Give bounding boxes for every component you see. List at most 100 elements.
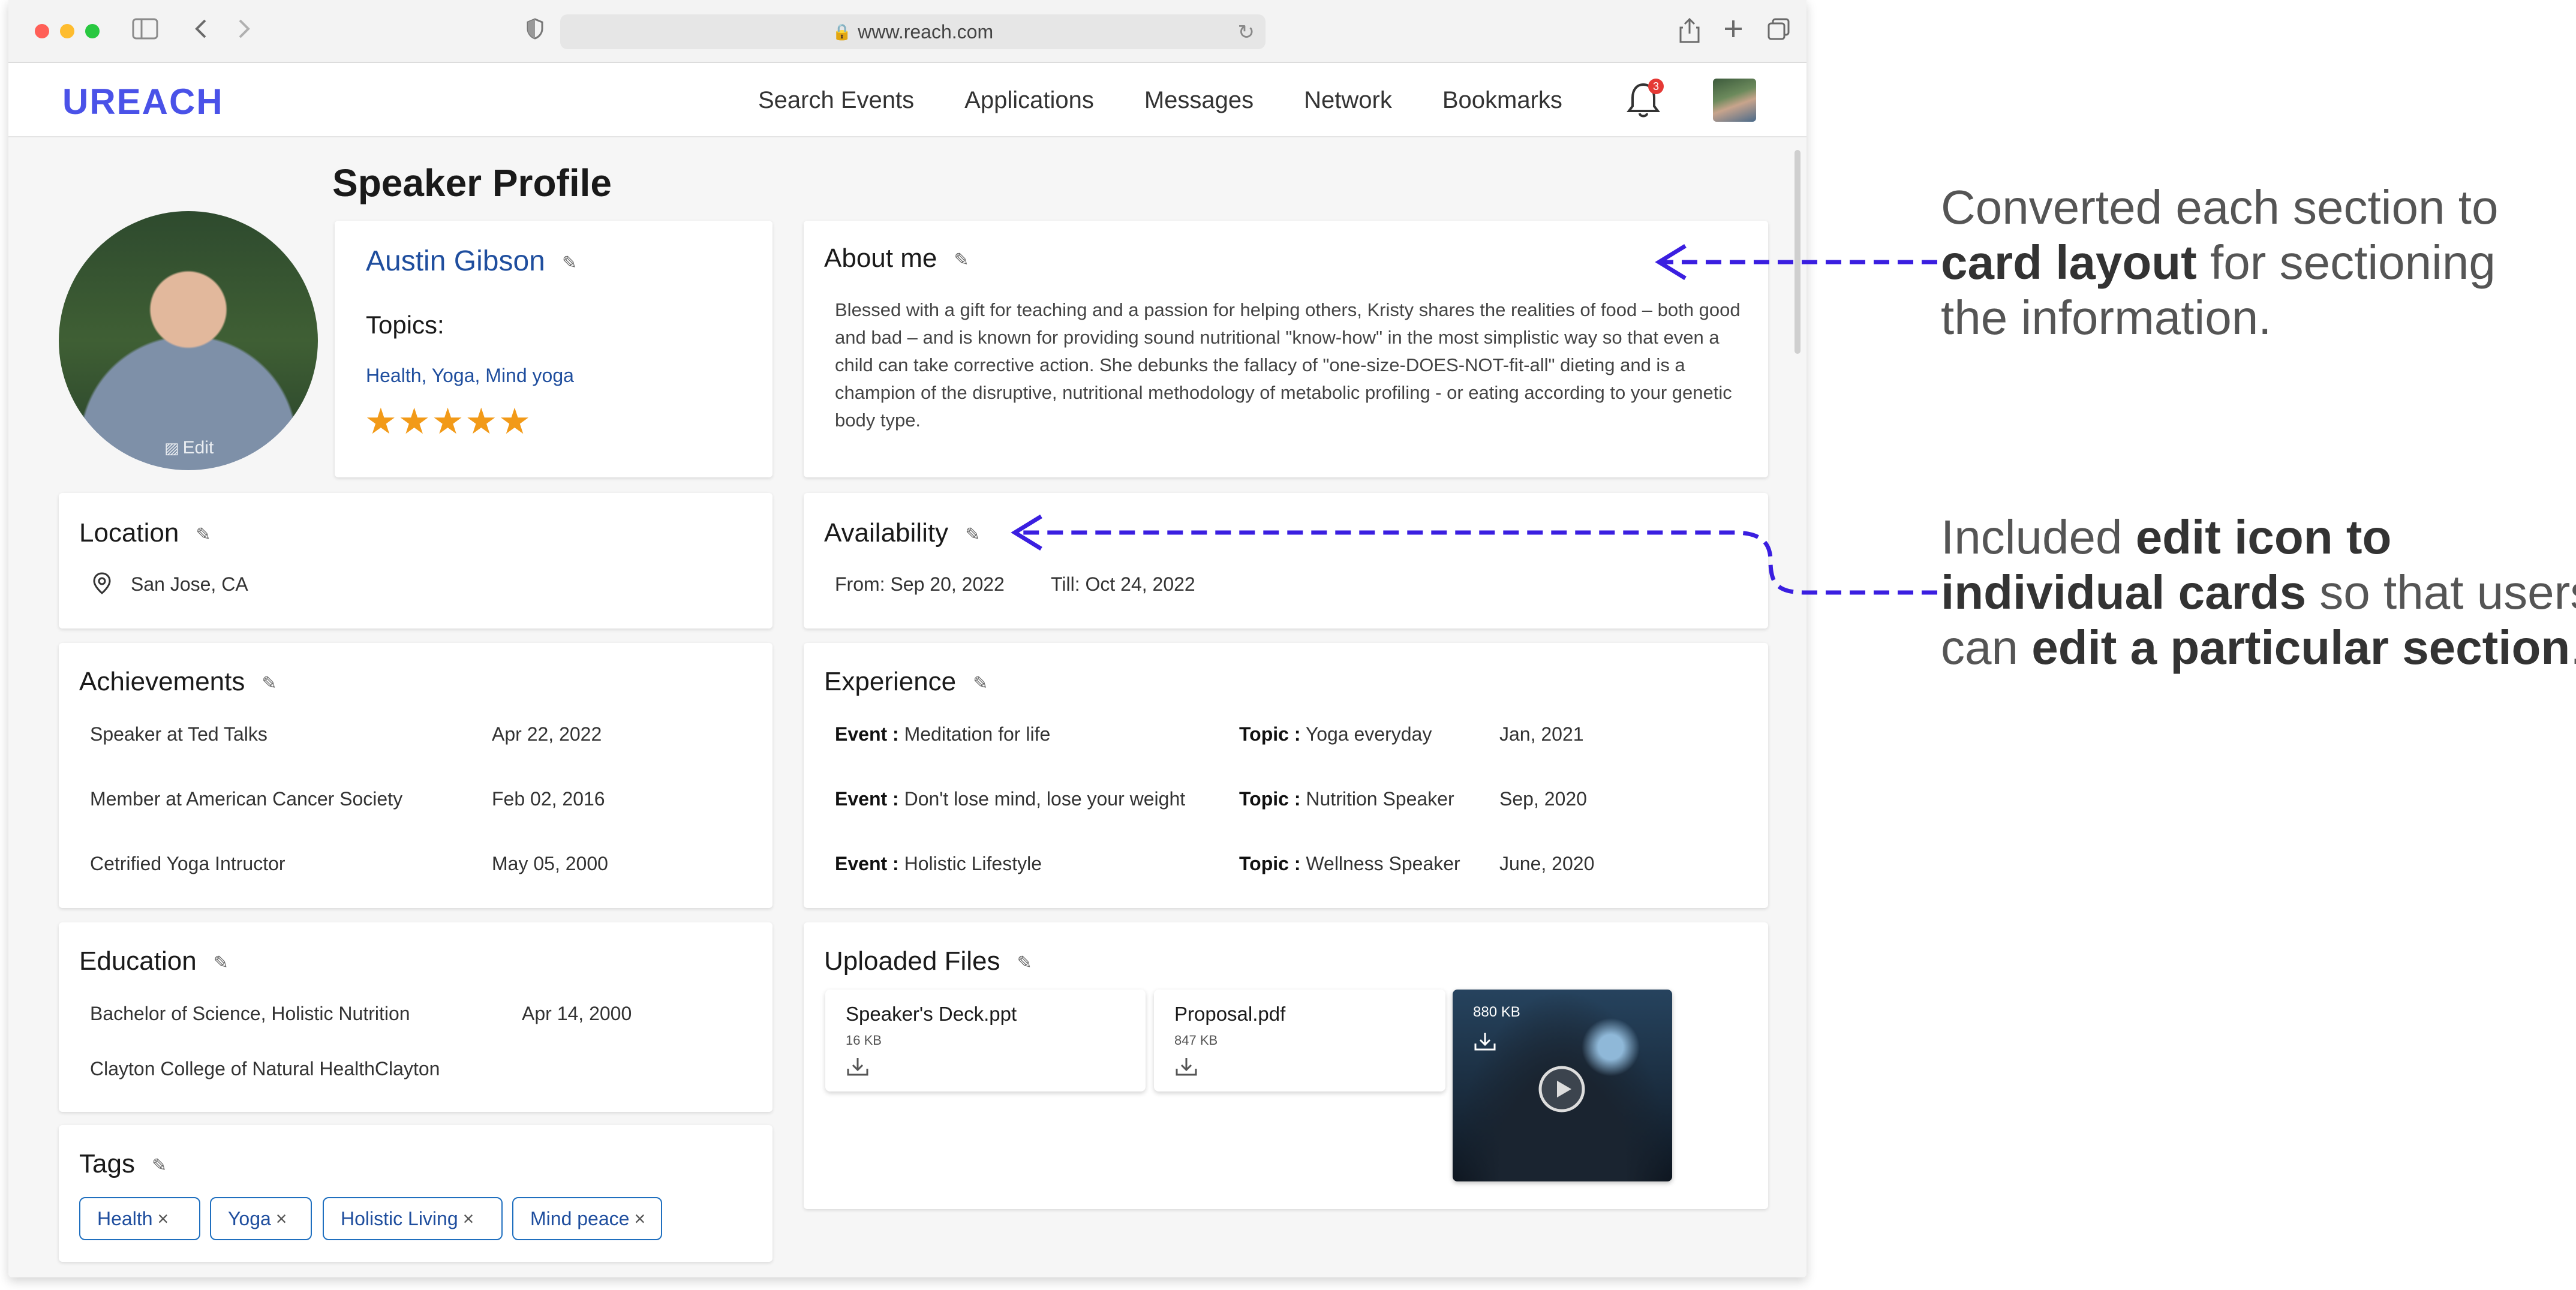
card-layout-annotation: Converted each section to card layout fo… <box>1941 180 2498 345</box>
nav-bookmarks[interactable]: Bookmarks <box>1442 87 1562 114</box>
annotation-text: Included <box>1941 510 2136 564</box>
page-title: Speaker Profile <box>332 161 612 205</box>
tab-overview-icon[interactable] <box>1767 17 1791 47</box>
nav-network[interactable]: Network <box>1304 87 1392 114</box>
experience-date: Jan, 2021 <box>1499 723 1584 745</box>
experience-topic: Topic : Nutrition Speaker <box>1239 788 1454 810</box>
photo-edit-button[interactable]: ▨ Edit <box>164 438 214 458</box>
tag-label: Yoga <box>228 1207 271 1229</box>
ureach-logo[interactable]: UREACH <box>62 81 224 122</box>
topic-value: Wellness Speaker <box>1306 853 1460 874</box>
location-card: Location ✎ San Jose, CA <box>59 493 773 629</box>
location-value: San Jose, CA <box>131 573 248 595</box>
file-size: 16 KB <box>846 1033 882 1048</box>
reload-icon[interactable]: ↻ <box>1238 20 1255 44</box>
event-value: Holistic Lifestyle <box>904 853 1042 874</box>
location-title: Location ✎ <box>79 518 211 548</box>
sidebar-toggle-icon[interactable] <box>132 17 158 47</box>
topic-value: Nutrition Speaker <box>1306 788 1454 810</box>
privacy-shield-icon[interactable] <box>525 17 545 47</box>
new-tab-icon[interactable] <box>1723 17 1744 47</box>
file-name: Speaker's Deck.ppt <box>846 1003 1017 1025</box>
achievements-card: Achievements ✎ Speaker at Ted Talks Apr 2… <box>59 643 773 908</box>
download-icon[interactable] <box>1473 1029 1497 1053</box>
nav-messages[interactable]: Messages <box>1144 87 1254 114</box>
tags-title-text: Tags <box>79 1149 135 1178</box>
education-title: Education ✎ <box>79 946 229 976</box>
browser-window: 🔒 www.reach.com ↻ UREACH Search Events A… <box>8 0 1806 1277</box>
close-window-button[interactable] <box>35 24 49 38</box>
topics-label: Topics: <box>366 311 444 339</box>
edit-name-icon[interactable]: ✎ <box>562 253 577 273</box>
availability-title-text: Availability <box>824 518 949 548</box>
url-text: www.reach.com <box>858 20 994 43</box>
tag-chip[interactable]: Health × <box>79 1197 200 1240</box>
annotation-bold: card layout <box>1941 236 2197 289</box>
share-icon[interactable] <box>1679 17 1700 50</box>
lock-icon: 🔒 <box>832 22 852 41</box>
photo-edit-label: Edit <box>182 438 214 458</box>
user-avatar[interactable] <box>1713 79 1756 122</box>
speaker-name: Austin Gibson ✎ <box>366 245 577 278</box>
file-card[interactable]: Speaker's Deck.ppt 16 KB <box>825 990 1146 1091</box>
annotation-bold: edit icon to <box>2135 510 2392 564</box>
edit-location-icon[interactable]: ✎ <box>196 525 211 545</box>
nav-search-events[interactable]: Search Events <box>758 87 914 114</box>
nav-applications[interactable]: Applications <box>964 87 1094 114</box>
edit-availability-icon[interactable]: ✎ <box>965 525 980 545</box>
notification-count-badge: 3 <box>1648 79 1664 94</box>
experience-date: June, 2020 <box>1499 853 1595 874</box>
annotation-line: Included edit icon to <box>1941 510 2576 565</box>
tag-chip[interactable]: Mind peace × <box>512 1197 662 1240</box>
availability-from: From: Sep 20, 2022 <box>835 573 1005 595</box>
edit-about-icon[interactable]: ✎ <box>954 250 969 270</box>
download-icon[interactable] <box>846 1054 870 1078</box>
tag-chip[interactable]: Yoga × <box>210 1197 312 1240</box>
topic-label: Topic : <box>1239 853 1301 874</box>
achievement-date: Feb 02, 2016 <box>492 788 605 810</box>
browser-toolbar: 🔒 www.reach.com ↻ <box>8 0 1806 63</box>
edit-icon-annotation: Included edit icon to individual cards s… <box>1941 510 2576 675</box>
download-icon[interactable] <box>1174 1054 1198 1078</box>
edit-education-icon[interactable]: ✎ <box>214 953 229 973</box>
achievement-date: Apr 22, 2022 <box>492 723 602 745</box>
image-icon: ▨ <box>164 439 179 457</box>
availability-card: Availability ✎ From: Sep 20, 2022 Till: O… <box>804 493 1768 629</box>
achievement-name: Member at American Cancer Society <box>90 788 403 810</box>
forward-icon[interactable] <box>235 17 253 47</box>
file-size: 847 KB <box>1174 1033 1218 1048</box>
minimize-window-button[interactable] <box>60 24 74 38</box>
about-card: About me ✎ Blessed with a gift for teachi… <box>804 221 1768 477</box>
edit-achievements-icon[interactable]: ✎ <box>261 673 276 693</box>
remove-tag-icon[interactable]: × <box>158 1208 169 1230</box>
tag-label: Holistic Living <box>341 1207 458 1229</box>
edit-files-icon[interactable]: ✎ <box>1017 953 1032 973</box>
edit-experience-icon[interactable]: ✎ <box>973 673 988 693</box>
tag-label: Health <box>97 1207 153 1229</box>
file-name: Proposal.pdf <box>1174 1003 1286 1025</box>
edit-tags-icon[interactable]: ✎ <box>152 1156 167 1175</box>
tags-title: Tags ✎ <box>79 1149 167 1179</box>
topics-value[interactable]: Health, Yoga, Mind yoga <box>366 365 574 387</box>
availability-till: Till: Oct 24, 2022 <box>1051 573 1195 595</box>
achievement-name: Cetrified Yoga Intructor <box>90 853 285 874</box>
maximize-window-button[interactable] <box>85 24 100 38</box>
address-bar[interactable]: 🔒 www.reach.com ↻ <box>560 14 1266 49</box>
tag-chip[interactable]: Holistic Living × <box>323 1197 503 1240</box>
remove-tag-icon[interactable]: × <box>634 1208 645 1230</box>
back-icon[interactable] <box>192 17 210 47</box>
uploaded-files-title-text: Uploaded Files <box>824 946 1000 976</box>
education-date: Apr 14, 2000 <box>522 1003 632 1024</box>
experience-topic: Topic : Wellness Speaker <box>1239 853 1460 875</box>
experience-event: Event : Don't lose mind, lose your weigh… <box>835 788 1185 810</box>
topic-value: Yoga everyday <box>1305 723 1432 745</box>
page-scrollbar[interactable] <box>1795 150 1801 354</box>
remove-tag-icon[interactable]: × <box>276 1208 287 1230</box>
location-pin-icon <box>93 572 111 594</box>
file-card[interactable]: Proposal.pdf 847 KB <box>1154 990 1445 1091</box>
achievements-title-text: Achievements <box>79 667 245 696</box>
annotation-line: individual cards so that users <box>1941 565 2576 620</box>
video-file-card[interactable]: 880 KB <box>1453 990 1672 1181</box>
remove-tag-icon[interactable]: × <box>463 1208 474 1230</box>
play-icon[interactable] <box>1537 1064 1587 1114</box>
